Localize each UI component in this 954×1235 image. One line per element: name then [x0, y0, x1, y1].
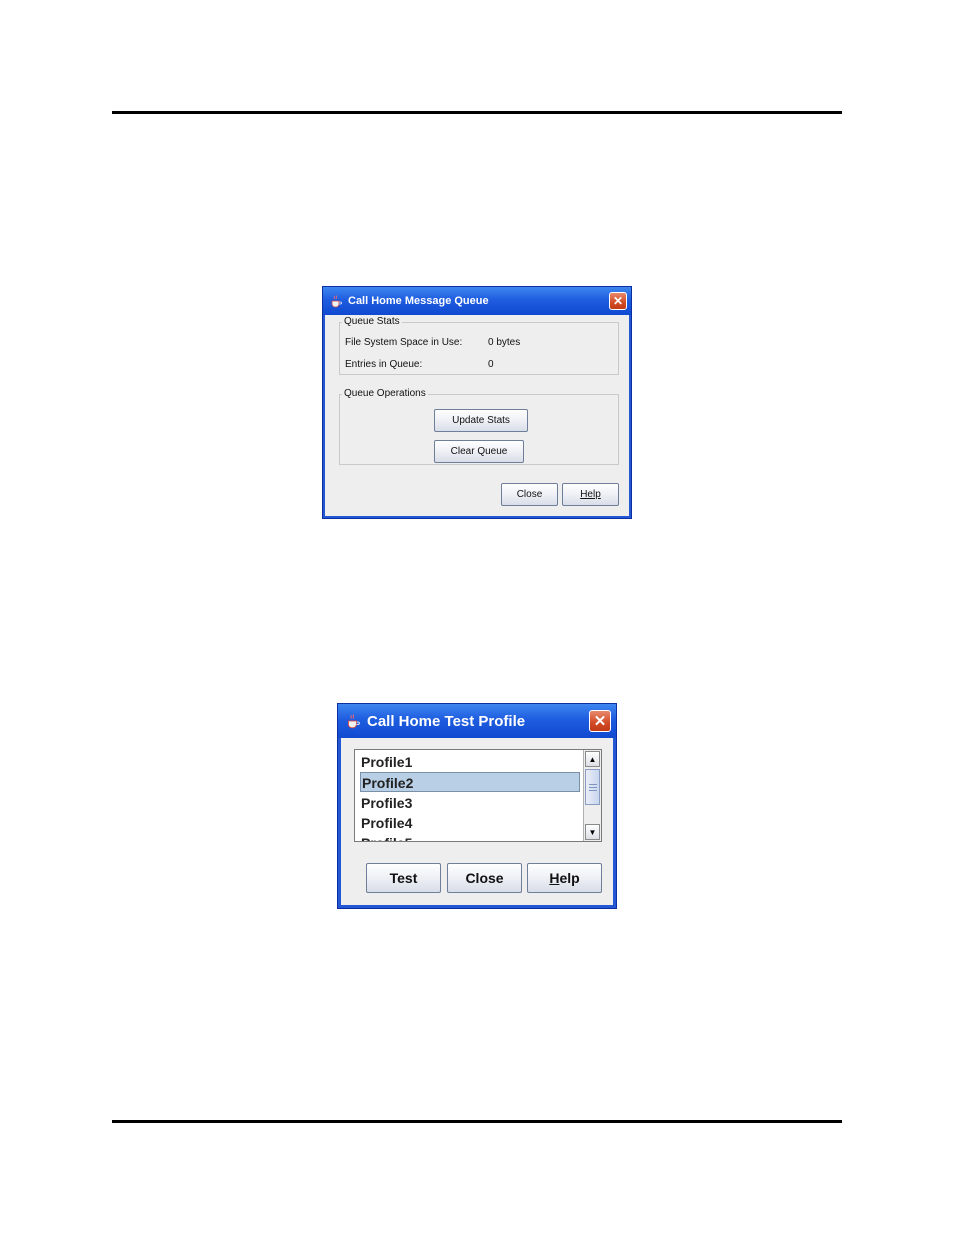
- dialog-titlebar[interactable]: Call Home Test Profile ✕: [338, 704, 616, 738]
- entries-label: Entries in Queue:: [345, 359, 423, 370]
- clear-queue-button[interactable]: Clear Queue: [434, 440, 524, 463]
- list-item-profile2[interactable]: Profile2: [360, 772, 580, 792]
- scroll-down-arrow-icon[interactable]: ▼: [585, 824, 600, 840]
- update-stats-button[interactable]: Update Stats: [434, 409, 528, 432]
- dialog-title: Call Home Test Profile: [367, 712, 526, 730]
- queue-operations-group: Queue Operations Update Stats Clear Queu…: [339, 388, 619, 465]
- help-button[interactable]: Help: [562, 483, 619, 506]
- close-button[interactable]: Close: [501, 483, 558, 506]
- fs-space-label: File System Space in Use:: [345, 337, 463, 348]
- queue-operations-legend: Queue Operations: [342, 388, 428, 399]
- queue-stats-group: Queue Stats File System Space in Use: 0 …: [339, 316, 619, 375]
- dialog-content: Queue Stats File System Space in Use: 0 …: [325, 315, 629, 516]
- scroll-up-arrow-icon[interactable]: ▲: [585, 751, 600, 767]
- profile-list[interactable]: Profile1 Profile2 Profile3 Profile4 Prof…: [354, 749, 602, 842]
- close-icon: ✕: [612, 294, 624, 308]
- footer-rule: [112, 1120, 842, 1123]
- list-scrollbar[interactable]: ▲ ▼: [583, 750, 601, 841]
- list-item-profile5[interactable]: Profile5: [360, 833, 597, 841]
- list-item-profile3[interactable]: Profile3: [360, 793, 597, 813]
- dialog-title: Call Home Message Queue: [348, 295, 489, 307]
- close-icon: ✕: [593, 713, 607, 730]
- header-rule: [112, 111, 842, 114]
- list-item-profile4[interactable]: Profile4: [360, 813, 597, 833]
- call-home-message-queue-dialog: Call Home Message Queue ✕ Queue Stats Fi…: [322, 286, 632, 519]
- help-button-label: Help: [549, 870, 580, 886]
- grip-icon: [588, 783, 597, 791]
- scroll-thumb[interactable]: [585, 769, 600, 805]
- queue-stats-legend: Queue Stats: [342, 316, 402, 327]
- entries-value: 0: [488, 359, 494, 370]
- close-button[interactable]: Close: [447, 863, 522, 893]
- dialog-titlebar[interactable]: Call Home Message Queue ✕: [323, 287, 631, 315]
- fs-space-value: 0 bytes: [488, 337, 521, 348]
- call-home-test-profile-dialog: Call Home Test Profile ✕ Profile1 Profil…: [337, 703, 617, 909]
- help-button[interactable]: Help: [527, 863, 602, 893]
- window-close-button[interactable]: ✕: [589, 710, 611, 732]
- window-close-button[interactable]: ✕: [609, 292, 627, 310]
- java-cup-icon: [329, 294, 343, 308]
- list-item-profile1[interactable]: Profile1: [360, 752, 597, 772]
- dialog-content: Profile1 Profile2 Profile3 Profile4 Prof…: [341, 738, 613, 905]
- test-button[interactable]: Test: [366, 863, 441, 893]
- java-cup-icon: [345, 713, 361, 729]
